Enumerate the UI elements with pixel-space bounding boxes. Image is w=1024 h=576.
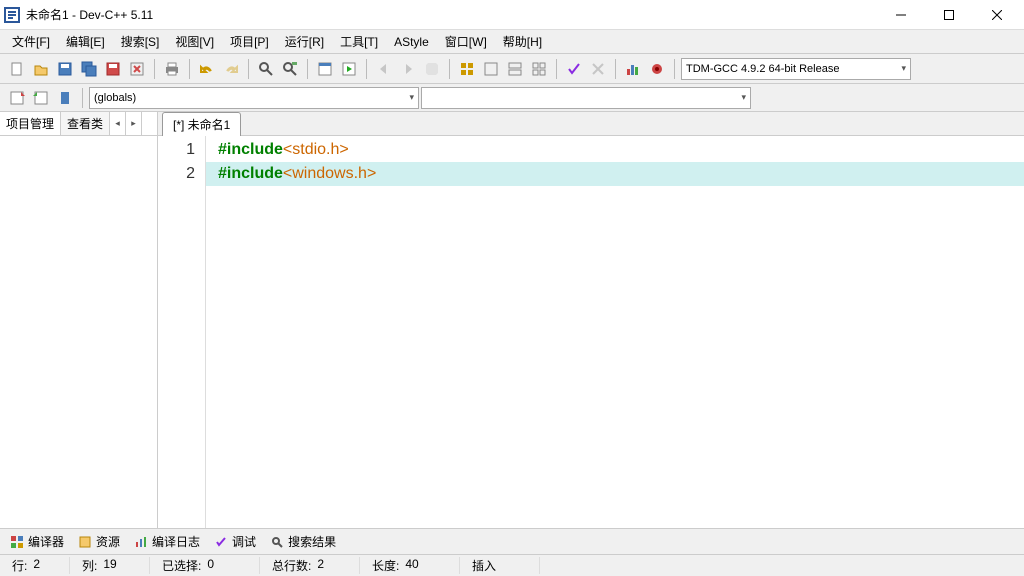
nav-back-icon[interactable] xyxy=(373,58,395,80)
tab-search-results[interactable]: 搜索结果 xyxy=(264,531,342,552)
menu-search[interactable]: 搜索[S] xyxy=(113,30,168,53)
log-icon xyxy=(134,535,148,549)
tab-compiler[interactable]: 编译器 xyxy=(4,531,70,552)
dropdown-icon: ▾ xyxy=(901,63,906,74)
scope-select-value: (globals) xyxy=(94,92,136,104)
resource-icon xyxy=(78,535,92,549)
status-bar: 行: 2 列: 19 已选择: 0 总行数: 2 长度: 40 插入 xyxy=(0,554,1024,576)
menu-window[interactable]: 窗口[W] xyxy=(437,30,495,53)
line-gutter: 12 xyxy=(158,136,206,528)
workspace: 项目管理 查看类 ◂ ▸ [*] 未命名1 12 #include<stdio.… xyxy=(0,112,1024,528)
goto-back-icon[interactable] xyxy=(30,87,52,109)
tab-scroll-right[interactable]: ▸ xyxy=(126,112,142,135)
goto-func-icon[interactable] xyxy=(6,87,28,109)
line-number: 1 xyxy=(158,138,195,162)
status-len-label: 长度: xyxy=(372,557,399,574)
nav-fwd-icon[interactable] xyxy=(397,58,419,80)
new-file-icon[interactable] xyxy=(6,58,28,80)
delete-icon[interactable] xyxy=(587,58,609,80)
dropdown-icon: ▾ xyxy=(741,92,746,103)
menu-edit[interactable]: 编辑[E] xyxy=(58,30,113,53)
close-button[interactable] xyxy=(974,1,1020,29)
grid4-icon[interactable] xyxy=(528,58,550,80)
menu-tools[interactable]: 工具[T] xyxy=(332,30,386,53)
menu-view[interactable]: 视图[V] xyxy=(167,30,222,53)
compile-icon[interactable] xyxy=(314,58,336,80)
save-icon[interactable] xyxy=(54,58,76,80)
grid2-icon[interactable] xyxy=(480,58,502,80)
code-line[interactable]: #include<stdio.h> xyxy=(206,138,1024,162)
main-toolbar: TDM-GCC 4.9.2 64-bit Release ▾ xyxy=(0,54,1024,84)
maximize-button[interactable] xyxy=(926,1,972,29)
compiler-select-value: TDM-GCC 4.9.2 64-bit Release xyxy=(686,63,839,75)
open-file-icon[interactable] xyxy=(30,58,52,80)
save-as-icon[interactable] xyxy=(102,58,124,80)
find-icon[interactable] xyxy=(255,58,277,80)
status-sel: 0 xyxy=(207,557,214,574)
check-icon xyxy=(214,535,228,549)
scope-toolbar: (globals) ▾ ▾ xyxy=(0,84,1024,112)
menu-run[interactable]: 运行[R] xyxy=(277,30,332,53)
tab-scroll-left[interactable]: ◂ xyxy=(110,112,126,135)
status-sel-label: 已选择: xyxy=(162,557,201,574)
stop-icon[interactable] xyxy=(421,58,443,80)
run-icon[interactable] xyxy=(338,58,360,80)
compiler-select[interactable]: TDM-GCC 4.9.2 64-bit Release ▾ xyxy=(681,58,911,80)
code-content[interactable]: #include<stdio.h>#include<windows.h> xyxy=(206,136,1024,528)
status-col: 19 xyxy=(103,557,116,574)
dropdown-icon: ▾ xyxy=(409,92,414,103)
scope-select[interactable]: (globals) ▾ xyxy=(89,87,419,109)
close-file-icon[interactable] xyxy=(126,58,148,80)
search-icon xyxy=(270,535,284,549)
grid3-icon[interactable] xyxy=(504,58,526,80)
check-icon[interactable] xyxy=(563,58,585,80)
menu-bar: 文件[F] 编辑[E] 搜索[S] 视图[V] 项目[P] 运行[R] 工具[T… xyxy=(0,30,1024,54)
status-len: 40 xyxy=(405,557,418,574)
tab-debug[interactable]: 调试 xyxy=(208,531,262,552)
status-row-label: 行: xyxy=(12,557,27,574)
status-mode: 插入 xyxy=(472,557,496,574)
side-panel: 项目管理 查看类 ◂ ▸ xyxy=(0,112,158,528)
menu-file[interactable]: 文件[F] xyxy=(4,30,58,53)
menu-astyle[interactable]: AStyle xyxy=(386,32,437,52)
project-tree xyxy=(0,136,157,528)
editor-area: [*] 未命名1 12 #include<stdio.h>#include<wi… xyxy=(158,112,1024,528)
code-editor[interactable]: 12 #include<stdio.h>#include<windows.h> xyxy=(158,136,1024,528)
replace-icon[interactable] xyxy=(279,58,301,80)
menu-help[interactable]: 帮助[H] xyxy=(495,30,550,53)
member-select[interactable]: ▾ xyxy=(421,87,751,109)
grid1-icon[interactable] xyxy=(456,58,478,80)
tab-class-browser[interactable]: 查看类 xyxy=(61,112,110,135)
grid-icon xyxy=(10,535,24,549)
code-line[interactable]: #include<windows.h> xyxy=(206,162,1024,186)
minimize-button[interactable] xyxy=(878,1,924,29)
line-number: 2 xyxy=(158,162,195,186)
status-total: 2 xyxy=(317,557,324,574)
bookmark-icon[interactable] xyxy=(54,87,76,109)
status-row: 2 xyxy=(33,557,40,574)
file-tab[interactable]: [*] 未命名1 xyxy=(162,112,241,136)
file-tab-bar: [*] 未命名1 xyxy=(158,112,1024,136)
status-total-label: 总行数: xyxy=(272,557,311,574)
menu-project[interactable]: 项目[P] xyxy=(222,30,277,53)
redo-icon[interactable] xyxy=(220,58,242,80)
tab-compile-log[interactable]: 编译日志 xyxy=(128,531,206,552)
profile-icon[interactable] xyxy=(622,58,644,80)
undo-icon[interactable] xyxy=(196,58,218,80)
debug-icon[interactable] xyxy=(646,58,668,80)
tab-resources[interactable]: 资源 xyxy=(72,531,126,552)
tab-project-manager[interactable]: 项目管理 xyxy=(0,112,61,135)
save-all-icon[interactable] xyxy=(78,58,100,80)
output-tab-bar: 编译器 资源 编译日志 调试 搜索结果 xyxy=(0,528,1024,554)
app-icon xyxy=(4,7,20,23)
print-icon[interactable] xyxy=(161,58,183,80)
status-col-label: 列: xyxy=(82,557,97,574)
title-bar: 未命名1 - Dev-C++ 5.11 xyxy=(0,0,1024,30)
window-title: 未命名1 - Dev-C++ 5.11 xyxy=(26,6,878,23)
